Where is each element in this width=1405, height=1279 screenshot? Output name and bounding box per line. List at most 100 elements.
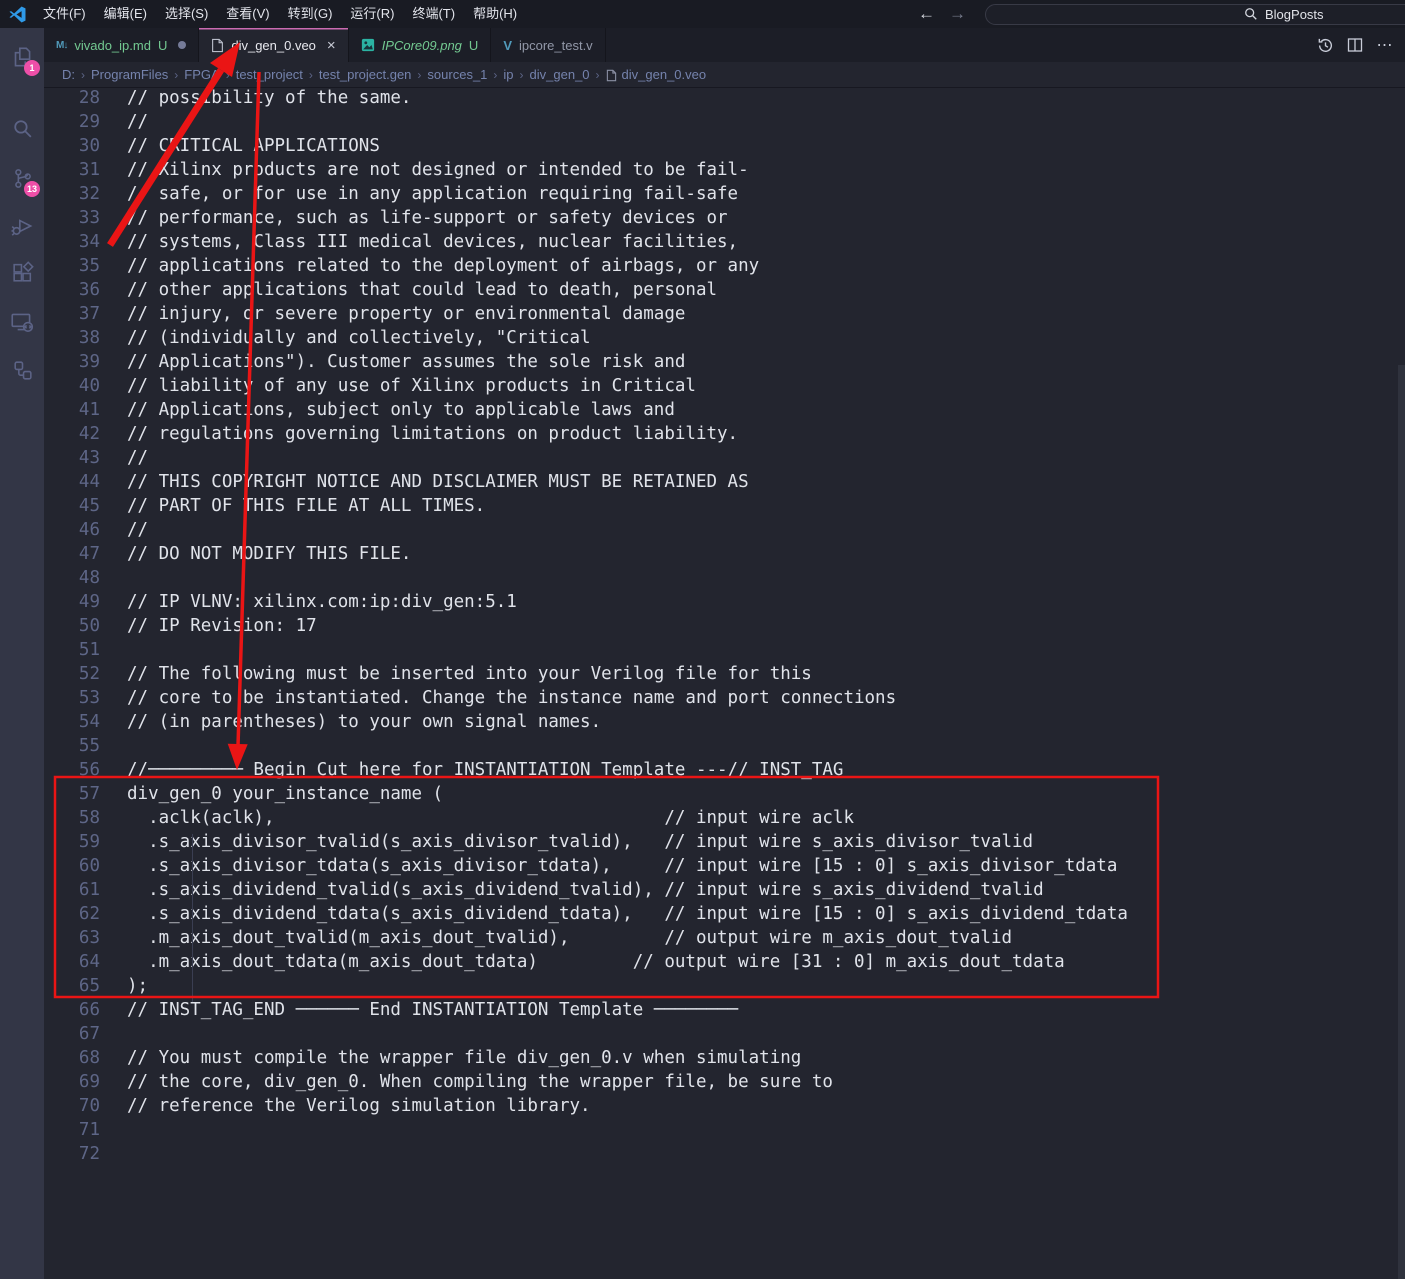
code-line[interactable]: 53// core to be instantiated. Change the… [44, 686, 1405, 710]
code-line[interactable]: 69// the core, div_gen_0. When compiling… [44, 1070, 1405, 1094]
code-line[interactable]: 62 .s_axis_dividend_tdata(s_axis_dividen… [44, 902, 1405, 926]
more-actions-icon[interactable]: ⋯ [1375, 35, 1395, 55]
line-number[interactable]: 29 [44, 110, 100, 134]
code-line[interactable]: 54// (in parentheses) to your own signal… [44, 710, 1405, 734]
code-line[interactable]: 30// CRITICAL APPLICATIONS [44, 134, 1405, 158]
line-number[interactable]: 72 [44, 1142, 100, 1166]
code-line[interactable]: 32// safe, or for use in any application… [44, 182, 1405, 206]
code-line[interactable]: 49// IP VLNV: xilinx.com:ip:div_gen:5.1 [44, 590, 1405, 614]
line-number[interactable]: 40 [44, 374, 100, 398]
code-line[interactable]: 51 [44, 638, 1405, 662]
code-line[interactable]: 33// performance, such as life-support o… [44, 206, 1405, 230]
code-line[interactable]: 37// injury, or severe property or envir… [44, 302, 1405, 326]
code-line[interactable]: 46// [44, 518, 1405, 542]
code-line[interactable]: 44// THIS COPYRIGHT NOTICE AND DISCLAIME… [44, 470, 1405, 494]
code-line[interactable]: 72 [44, 1142, 1405, 1166]
code-line[interactable]: 57div_gen_0 your_instance_name ( [44, 782, 1405, 806]
line-number[interactable]: 31 [44, 158, 100, 182]
line-number[interactable]: 57 [44, 782, 100, 806]
line-number[interactable]: 61 [44, 878, 100, 902]
line-number[interactable]: 55 [44, 734, 100, 758]
code-line[interactable]: 60 .s_axis_divisor_tdata(s_axis_divisor_… [44, 854, 1405, 878]
line-number[interactable]: 67 [44, 1022, 100, 1046]
code-line[interactable]: 40// liability of any use of Xilinx prod… [44, 374, 1405, 398]
breadcrumb-item[interactable]: div_gen_0.veo [622, 67, 707, 82]
line-number[interactable]: 28 [44, 86, 100, 110]
line-number[interactable]: 58 [44, 806, 100, 830]
close-icon[interactable]: × [327, 38, 336, 53]
breadcrumb-item[interactable]: FPGA [184, 67, 219, 82]
menubar-item[interactable]: 查看(V) [217, 0, 278, 28]
code-line[interactable]: 34// systems, Class III medical devices,… [44, 230, 1405, 254]
code-line[interactable]: 38// (individually and collectively, "Cr… [44, 326, 1405, 350]
extensions-icon[interactable] [0, 251, 44, 295]
history-icon[interactable] [1315, 35, 1335, 55]
code-line[interactable]: 31// Xilinx products are not designed or… [44, 158, 1405, 182]
code-line[interactable]: 29// [44, 110, 1405, 134]
command-center-search[interactable]: BlogPosts [985, 4, 1405, 25]
menubar-item[interactable]: 运行(R) [341, 0, 403, 28]
breadcrumb-item[interactable]: div_gen_0 [530, 67, 590, 82]
remote-explorer-icon[interactable] [0, 300, 44, 344]
line-number[interactable]: 39 [44, 350, 100, 374]
line-number[interactable]: 69 [44, 1070, 100, 1094]
line-number[interactable]: 63 [44, 926, 100, 950]
line-number[interactable]: 64 [44, 950, 100, 974]
line-number[interactable]: 51 [44, 638, 100, 662]
line-number[interactable]: 37 [44, 302, 100, 326]
line-number[interactable]: 30 [44, 134, 100, 158]
code-line[interactable]: 55 [44, 734, 1405, 758]
hierarchy-icon[interactable] [0, 348, 44, 392]
code-line[interactable]: 43// [44, 446, 1405, 470]
code-line[interactable]: 67 [44, 1022, 1405, 1046]
explorer-icon[interactable]: 1 [0, 35, 44, 79]
code-line[interactable]: 70// reference the Verilog simulation li… [44, 1094, 1405, 1118]
menubar-item[interactable]: 转到(G) [279, 0, 342, 28]
code-line[interactable]: 39// Applications"). Customer assumes th… [44, 350, 1405, 374]
tab-ipcore09-png[interactable]: IPCore09.png U [349, 28, 492, 62]
line-number[interactable]: 60 [44, 854, 100, 878]
menubar-item[interactable]: 终端(T) [403, 0, 464, 28]
line-number[interactable]: 44 [44, 470, 100, 494]
modified-dot-icon[interactable] [178, 41, 186, 49]
code-line[interactable]: 68// You must compile the wrapper file d… [44, 1046, 1405, 1070]
code-line[interactable]: 42// regulations governing limitations o… [44, 422, 1405, 446]
nav-forward-button[interactable]: → [949, 4, 966, 24]
menubar-item[interactable]: 文件(F) [34, 0, 95, 28]
code-area[interactable]: 28// possibility of the same.29//30// CR… [44, 86, 1405, 1279]
code-line[interactable]: 48 [44, 566, 1405, 590]
line-number[interactable]: 43 [44, 446, 100, 470]
tab-vivado-ip-md[interactable]: M↓ vivado_ip.md U [44, 28, 199, 62]
code-line[interactable]: 61 .s_axis_dividend_tvalid(s_axis_divide… [44, 878, 1405, 902]
code-line[interactable]: 45// PART OF THIS FILE AT ALL TIMES. [44, 494, 1405, 518]
code-line[interactable]: 71 [44, 1118, 1405, 1142]
line-number[interactable]: 56 [44, 758, 100, 782]
code-line[interactable]: 59 .s_axis_divisor_tvalid(s_axis_divisor… [44, 830, 1405, 854]
line-number[interactable]: 38 [44, 326, 100, 350]
code-line[interactable]: 64 .m_axis_dout_tdata(m_axis_dout_tdata)… [44, 950, 1405, 974]
line-number[interactable]: 47 [44, 542, 100, 566]
line-number[interactable]: 50 [44, 614, 100, 638]
search-sidebar-icon[interactable] [0, 106, 44, 150]
line-number[interactable]: 48 [44, 566, 100, 590]
line-number[interactable]: 62 [44, 902, 100, 926]
nav-back-button[interactable]: ← [918, 4, 935, 24]
tab-ipcore-test-v[interactable]: V ipcore_test.v [491, 28, 605, 62]
line-number[interactable]: 36 [44, 278, 100, 302]
line-number[interactable]: 34 [44, 230, 100, 254]
code-line[interactable]: 28// possibility of the same. [44, 86, 1405, 110]
line-number[interactable]: 52 [44, 662, 100, 686]
line-number[interactable]: 46 [44, 518, 100, 542]
line-number[interactable]: 53 [44, 686, 100, 710]
code-line[interactable]: 52// The following must be inserted into… [44, 662, 1405, 686]
line-number[interactable]: 66 [44, 998, 100, 1022]
line-number[interactable]: 65 [44, 974, 100, 998]
breadcrumb-item[interactable]: ip [503, 67, 513, 82]
code-line[interactable]: 35// applications related to the deploym… [44, 254, 1405, 278]
split-editor-icon[interactable] [1345, 35, 1365, 55]
line-number[interactable]: 70 [44, 1094, 100, 1118]
code-line[interactable]: 58 .aclk(aclk), // input wire aclk [44, 806, 1405, 830]
line-number[interactable]: 49 [44, 590, 100, 614]
line-number[interactable]: 68 [44, 1046, 100, 1070]
menubar-item[interactable]: 帮助(H) [464, 0, 526, 28]
